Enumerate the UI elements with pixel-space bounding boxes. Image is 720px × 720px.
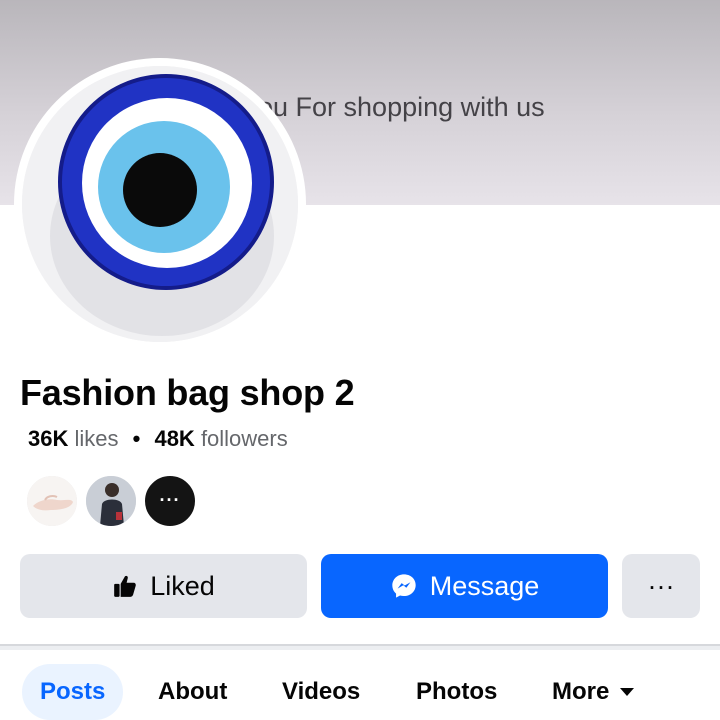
message-button-label: Message	[429, 570, 540, 601]
more-horizontal-icon: ···	[647, 570, 675, 601]
section-divider	[0, 644, 720, 650]
tab-posts[interactable]: Posts	[22, 664, 124, 720]
likes-label[interactable]: likes	[74, 426, 118, 451]
person-photo-icon	[86, 476, 136, 526]
followers-label[interactable]: followers	[201, 426, 288, 451]
tab-label: Videos	[282, 678, 361, 705]
tab-label: Posts	[40, 678, 106, 705]
followers-count[interactable]: 48K	[154, 426, 194, 451]
liked-button-label: Liked	[150, 570, 215, 601]
cover-text: ou For shopping with us	[258, 92, 545, 122]
thumbs-up-icon	[112, 573, 138, 599]
tab-label: More	[552, 678, 610, 705]
tab-label: Photos	[416, 678, 498, 705]
profile-picture[interactable]	[22, 66, 298, 342]
messenger-icon	[390, 572, 418, 600]
hand-photo-icon	[27, 476, 77, 526]
more-friends-dots: ···	[159, 490, 181, 510]
more-options-button[interactable]: ···	[622, 554, 700, 618]
page-title: Fashion bag shop 2	[20, 372, 355, 413]
evil-eye-icon	[22, 66, 298, 342]
tab-photos[interactable]: Photos	[416, 664, 497, 720]
page-stats: 36K likes • 48K followers	[28, 426, 288, 452]
likes-count[interactable]: 36K	[28, 426, 68, 451]
friend-avatar[interactable]	[25, 474, 79, 528]
friend-avatar[interactable]	[84, 474, 138, 528]
profile-tabs: Posts About Videos Photos More	[0, 664, 720, 720]
tab-videos[interactable]: Videos	[282, 664, 360, 720]
more-friends-avatar[interactable]: ···	[143, 474, 197, 528]
stats-separator: •	[132, 426, 141, 451]
message-button[interactable]: Message	[321, 554, 608, 618]
liked-button[interactable]: Liked	[20, 554, 307, 618]
caret-down-icon	[619, 686, 635, 698]
tab-about[interactable]: About	[158, 664, 227, 720]
tab-label: About	[158, 678, 228, 705]
tab-more[interactable]: More	[552, 664, 635, 720]
